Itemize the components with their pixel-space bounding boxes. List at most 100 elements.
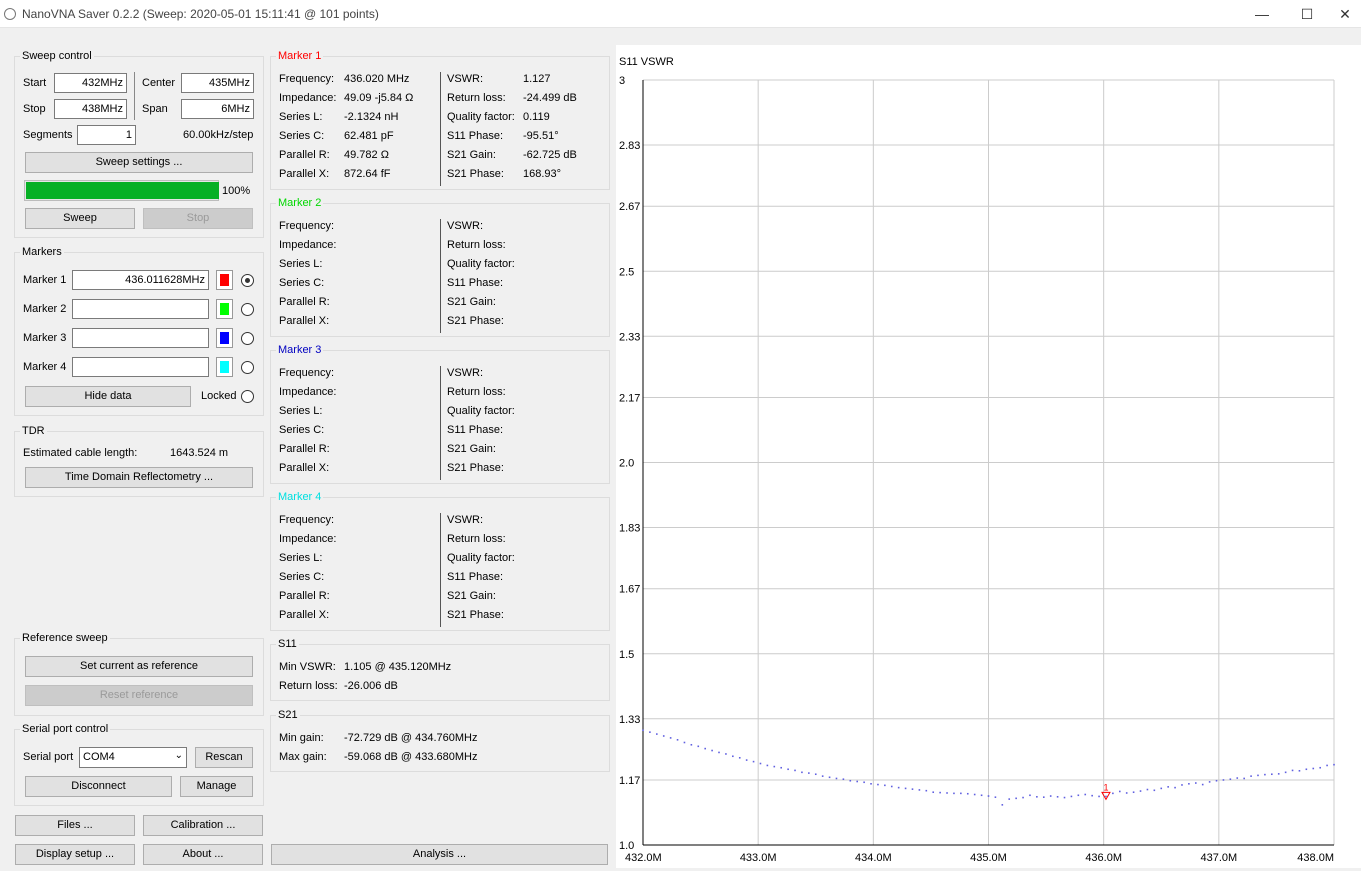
vswr-data-point	[1167, 786, 1169, 788]
sweep-button[interactable]: Sweep	[25, 208, 135, 229]
marker-3-left-label: Parallel R:	[279, 443, 330, 455]
manage-button[interactable]: Manage	[180, 776, 253, 797]
vswr-data-point	[1056, 796, 1059, 798]
marker-1-radio[interactable]	[241, 274, 254, 287]
marker-1-left-label: Impedance:	[279, 92, 337, 104]
vswr-data-point	[718, 751, 720, 754]
files-button[interactable]: Files ...	[15, 815, 135, 836]
marker-1-color-button[interactable]	[216, 270, 233, 290]
marker-1-left-value: -2.1324 nH	[344, 111, 399, 123]
start-input[interactable]: 432MHz	[54, 73, 127, 93]
set-reference-button[interactable]: Set current as reference	[25, 656, 253, 677]
vswr-data-point	[787, 768, 789, 771]
marker-4-details-title: Marker 4	[276, 491, 324, 503]
min-gain-label: Min gain:	[279, 732, 324, 744]
vswr-data-point	[1098, 795, 1100, 798]
vswr-data-point	[1208, 781, 1211, 783]
marker-2-color-swatch	[220, 303, 229, 315]
marker-1-right-label: S11 Phase:	[447, 130, 504, 142]
serial-port-select[interactable]: COM4 ⌄	[79, 747, 187, 768]
vswr-data-point	[835, 777, 838, 780]
y-tick-label: 3	[619, 75, 625, 87]
marker-2-right-label: Return loss:	[447, 239, 506, 251]
marker-2-left-label: Series C:	[279, 277, 325, 289]
marker-2-left-label: Impedance:	[279, 239, 337, 251]
vswr-data-point	[856, 780, 859, 783]
marker-4-frequency-input[interactable]	[72, 357, 209, 377]
hide-data-button[interactable]: Hide data	[25, 386, 191, 407]
vswr-data-point	[649, 731, 651, 733]
vswr-data-point	[863, 781, 865, 784]
segments-input[interactable]: 1	[77, 125, 136, 145]
marker-2-radio[interactable]	[241, 303, 254, 316]
min-vswr-label: Min VSWR:	[279, 661, 336, 673]
vswr-data-point	[1091, 794, 1093, 797]
vswr-data-point	[814, 773, 817, 776]
vswr-data-point	[1215, 779, 1218, 782]
locked-radio[interactable]	[241, 390, 254, 403]
s11-vswr-chart[interactable]: S11 VSWR 1.0 1.17 1.33 1.5 1.67 1.83 2.0 2.17 2.3…	[616, 45, 1361, 868]
reference-title: Reference sweep	[20, 632, 110, 644]
stop-button[interactable]: Stop	[143, 208, 253, 229]
max-gain-value: -59.068 dB @ 433.680MHz	[344, 751, 478, 763]
calibration-button[interactable]: Calibration ...	[143, 815, 263, 836]
marker-1-left-label: Parallel X:	[279, 168, 330, 180]
tdr-button[interactable]: Time Domain Reflectometry ...	[25, 467, 253, 488]
marker-3-right-label: S11 Phase:	[447, 424, 504, 436]
min-gain-value: -72.729 dB @ 434.760MHz	[344, 732, 478, 744]
analysis-button[interactable]: Analysis ...	[271, 844, 608, 865]
stop-input[interactable]: 438MHz	[54, 99, 127, 119]
y-tick-label: 2.33	[619, 331, 640, 343]
minimize-button[interactable]: —	[1239, 0, 1285, 28]
span-input[interactable]: 6MHz	[181, 99, 254, 119]
display-setup-button[interactable]: Display setup ...	[15, 844, 135, 865]
rescan-button[interactable]: Rescan	[195, 747, 253, 768]
marker-1-left-label: Series L:	[279, 111, 323, 123]
vswr-data-point	[946, 792, 948, 794]
chart-svg: S11 VSWR 1.0 1.17 1.33 1.5 1.67 1.83 2.0 2.17 2.3…	[619, 56, 1335, 864]
marker-2-right-label: S21 Phase:	[447, 315, 504, 327]
y-tick-label: 1.5	[619, 649, 634, 661]
vswr-data-point	[932, 791, 935, 794]
marker-1-left-label: Series C:	[279, 130, 325, 142]
marker-3-right-label: VSWR:	[447, 367, 484, 379]
marker-4-radio[interactable]	[241, 361, 254, 374]
marker-2-color-button[interactable]	[216, 299, 233, 319]
vswr-data-point	[808, 772, 810, 774]
marker-2-right-label: VSWR:	[447, 220, 484, 232]
locked-label: Locked	[201, 390, 237, 402]
maximize-button[interactable]: ☐	[1284, 0, 1330, 28]
vswr-data-point	[925, 789, 928, 792]
disconnect-button[interactable]: Disconnect	[25, 776, 172, 797]
marker-3-details-divider	[440, 366, 441, 480]
vswr-data-point	[918, 789, 921, 791]
vswr-data-point	[1326, 764, 1328, 767]
marker-3-radio[interactable]	[241, 332, 254, 345]
vswr-data-point	[1284, 771, 1287, 774]
about-button[interactable]: About ...	[143, 844, 263, 865]
marker-3-frequency-input[interactable]	[72, 328, 209, 348]
marker-2-frequency-input[interactable]	[72, 299, 209, 319]
close-button[interactable]: ✕	[1329, 0, 1361, 28]
vswr-data-point	[884, 784, 886, 787]
center-input[interactable]: 435MHz	[181, 73, 254, 93]
vswr-data-point	[683, 741, 686, 744]
serial-title: Serial port control	[20, 723, 111, 735]
marker-1-left-value: 49.782 Ω	[344, 149, 389, 161]
vswr-data-point	[1222, 779, 1225, 781]
sweep-settings-button[interactable]: Sweep settings ...	[25, 152, 253, 173]
marker-4-color-button[interactable]	[216, 357, 233, 377]
marker-3-label: Marker 3	[23, 332, 67, 344]
marker-1-right-value: 168.93°	[523, 168, 562, 180]
marker-1-details-title: Marker 1	[276, 50, 324, 62]
marker-3-color-button[interactable]	[216, 328, 233, 348]
marker-4-details-divider	[440, 513, 441, 627]
reset-reference-button[interactable]: Reset reference	[25, 685, 253, 706]
vswr-data-point	[1305, 768, 1308, 771]
marker-1-left-value: 872.64 fF	[344, 168, 391, 180]
vswr-data-point	[960, 792, 962, 795]
vswr-data-point	[1008, 798, 1011, 800]
vswr-data-point	[662, 735, 665, 737]
marker-1-frequency-input[interactable]: 436.011628MHz	[72, 270, 209, 290]
marker-1-right-value: 1.127	[523, 73, 551, 85]
